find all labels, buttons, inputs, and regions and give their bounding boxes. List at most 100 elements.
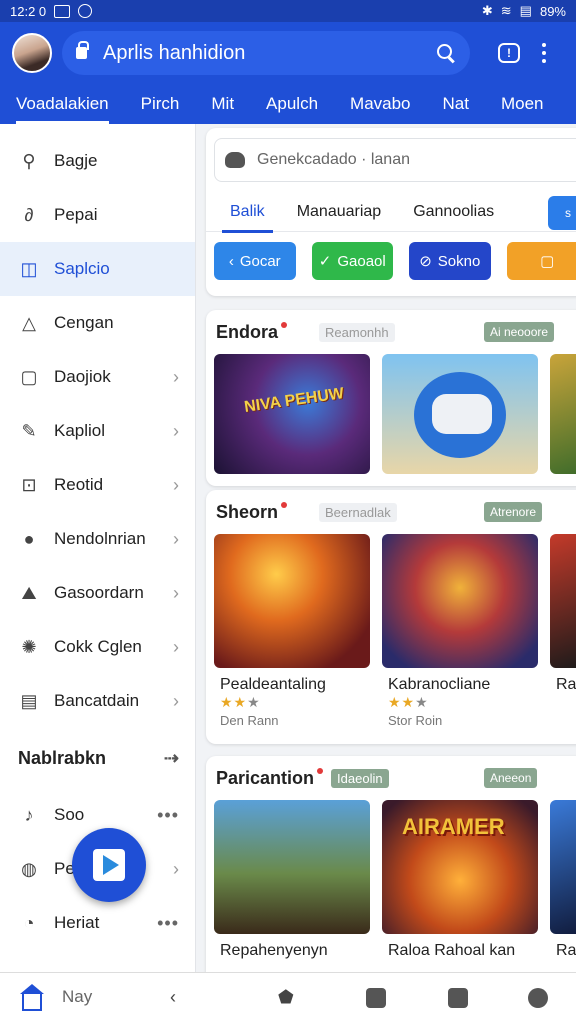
sidebar-item-1[interactable]: ∂ Pepai	[0, 188, 195, 242]
game-thumbnail[interactable]	[214, 800, 370, 934]
filter-more-button[interactable]: s	[548, 196, 576, 230]
section-badge[interactable]: Aneeon	[484, 768, 538, 788]
section-card-0: Endora Reamonhh Ai neooore NIVA PEHUW	[206, 310, 576, 486]
section-badge[interactable]: Ai neooore	[484, 322, 555, 342]
chip-label: Gaoaol	[337, 252, 386, 270]
chevron-right-icon: ›	[173, 528, 179, 549]
sidebar-item-label: Cokk Cglen	[54, 637, 142, 656]
filter-tab-0[interactable]: Balik	[214, 192, 281, 233]
address-bar[interactable]: Aprlis hanhidion	[62, 31, 470, 75]
filter-icon[interactable]	[448, 988, 468, 1013]
chat-icon[interactable]: !	[498, 43, 520, 63]
sidebar-item-8[interactable]: ⛰ Gasoordarn ›	[0, 566, 195, 620]
chip-2[interactable]: ⊘ Sokno	[409, 242, 491, 280]
game-caption[interactable]: Raloa Rahoal kan	[382, 934, 538, 960]
chip-1[interactable]: ✓ Gaoaol	[311, 242, 393, 280]
gamepad-icon	[225, 152, 245, 168]
sidebar-item-3[interactable]: △ Cengan	[0, 296, 195, 350]
sidebar-item-10[interactable]: ▤ Bancatdain ›	[0, 674, 195, 728]
tab-0[interactable]: Voadalakien	[0, 84, 125, 124]
game-thumbnail[interactable]	[382, 534, 538, 668]
tab-5[interactable]: Nat	[427, 84, 485, 124]
notification-icon	[78, 4, 93, 18]
tab-6[interactable]: Moen	[485, 84, 560, 124]
timer-icon: ◔	[23, 912, 35, 933]
chip-3[interactable]: ▢	[506, 242, 576, 280]
section-header: Endora Reamonhh Ai neooore	[206, 310, 576, 354]
music-icon: ♪	[24, 804, 34, 825]
top-tabs: Voadalakien Pirch Mit Apulch Mavabo Nat …	[0, 84, 576, 124]
game-caption[interactable]: Rar	[550, 934, 576, 960]
close-circle-icon[interactable]	[528, 988, 548, 1013]
play-store-fab[interactable]	[72, 828, 146, 902]
wheel-icon: ✺	[21, 636, 37, 657]
chat-bubble-icon[interactable]	[366, 988, 386, 1013]
chevron-right-icon: ›	[173, 420, 179, 441]
game-thumbnail[interactable]	[550, 800, 576, 934]
sidebar-item-6[interactable]: ⊡ Reotid ›	[0, 458, 195, 512]
battery-text: 89%	[539, 3, 566, 19]
sidebar-item-7[interactable]: ● Nendolnrian ›	[0, 512, 195, 566]
page-title: Aprlis hanhidion	[103, 41, 246, 64]
developer-name: Den Rann	[220, 713, 279, 728]
chevron-right-icon: ›	[173, 366, 179, 387]
chevron-right-icon: ›	[173, 582, 179, 603]
filter-tab-1[interactable]: Manauariap	[281, 192, 398, 232]
section-title: Paricantion	[216, 768, 323, 789]
sidebar-item-4[interactable]: ▢ Daojiok ›	[0, 350, 195, 404]
sidebar-section-header[interactable]: Nablrabkn ⇢	[0, 728, 195, 788]
image-icon	[54, 4, 71, 18]
avatar[interactable]	[12, 33, 52, 73]
game-caption[interactable]: Kabranocliane ★★★ Stor Roin	[382, 668, 538, 728]
game-thumbnail[interactable]	[382, 354, 538, 474]
more-icon[interactable]: •••	[157, 913, 179, 934]
filter-tab-2[interactable]: Gannoolias	[397, 192, 510, 232]
sidebar-section-item-2[interactable]: ◔ Heriat •••	[0, 896, 195, 950]
sidebar-item-9[interactable]: ✺ Cokk Cglen ›	[0, 620, 195, 674]
sidebar-item-2[interactable]: ◫ Saplcio	[0, 242, 195, 296]
nav-label[interactable]: Nay	[62, 987, 92, 1007]
game-title: Raloa Rahoal kan	[388, 942, 516, 959]
game-thumbnail[interactable]	[550, 354, 576, 474]
sidebar-item-label: Heriat	[54, 913, 100, 932]
chevron-right-icon: ›	[173, 858, 179, 879]
game-title: Kabranocliane	[388, 676, 491, 693]
game-thumbnail[interactable]	[550, 534, 576, 668]
sidebar-item-0[interactable]: ⚲ Bagje	[0, 134, 195, 188]
chip-0[interactable]: ‹ Gocar	[214, 242, 296, 280]
search-input[interactable]: Genekcadado · lanan	[214, 138, 576, 182]
home-icon[interactable]	[20, 984, 44, 1011]
game-thumbnail[interactable]	[214, 534, 370, 668]
more-menu-icon[interactable]	[542, 43, 546, 63]
sidebar-item-label: Pepai	[54, 205, 98, 224]
game-caption[interactable]: Rar	[550, 668, 576, 728]
tab-3[interactable]: Apulch	[250, 84, 334, 124]
section-badge[interactable]: Atrenore	[484, 502, 543, 522]
tab-2[interactable]: Mit	[195, 84, 250, 124]
game-title: Rar	[556, 942, 576, 959]
tab-1[interactable]: Pirch	[125, 84, 196, 124]
game-logo-text: AIRAMER	[402, 814, 505, 839]
sidebar-item-label: Soo	[54, 805, 85, 824]
section-header: Sheorn Beernadlak Atrenore	[206, 490, 576, 534]
section-subtitle: Idaeolin	[331, 768, 389, 788]
game-thumbnail[interactable]: NIVA PEHUW	[214, 354, 370, 474]
game-caption[interactable]: Pealdeantaling ★★★ Den Rann	[214, 668, 370, 728]
status-bar: 12:2 0 ✱ ≋ ▤ 89%	[0, 0, 576, 22]
arrow-right-icon[interactable]: ⇢	[164, 748, 179, 769]
doc-icon: ▤	[20, 690, 38, 711]
game-thumbnail[interactable]: AIRAMER	[382, 800, 538, 934]
chevron-right-icon: ›	[173, 636, 179, 657]
game-caption[interactable]: Repahenyenyn	[214, 934, 370, 960]
developer-name: Stor Roin	[388, 713, 443, 728]
rating-stars: ★★★	[220, 694, 261, 710]
sidebar-item-5[interactable]: ✎ Kapliol ›	[0, 404, 195, 458]
thumb-row: NIVA PEHUW	[206, 354, 576, 474]
shield-icon[interactable]: ⬟	[278, 987, 294, 1008]
search-icon[interactable]	[436, 43, 456, 63]
pen-icon: ⊘	[419, 253, 432, 270]
tab-4[interactable]: Mavabo	[334, 84, 426, 124]
app-bar: Aprlis hanhidion !	[0, 22, 576, 84]
back-icon[interactable]: ‹	[170, 987, 176, 1008]
more-icon[interactable]: •••	[157, 805, 179, 826]
